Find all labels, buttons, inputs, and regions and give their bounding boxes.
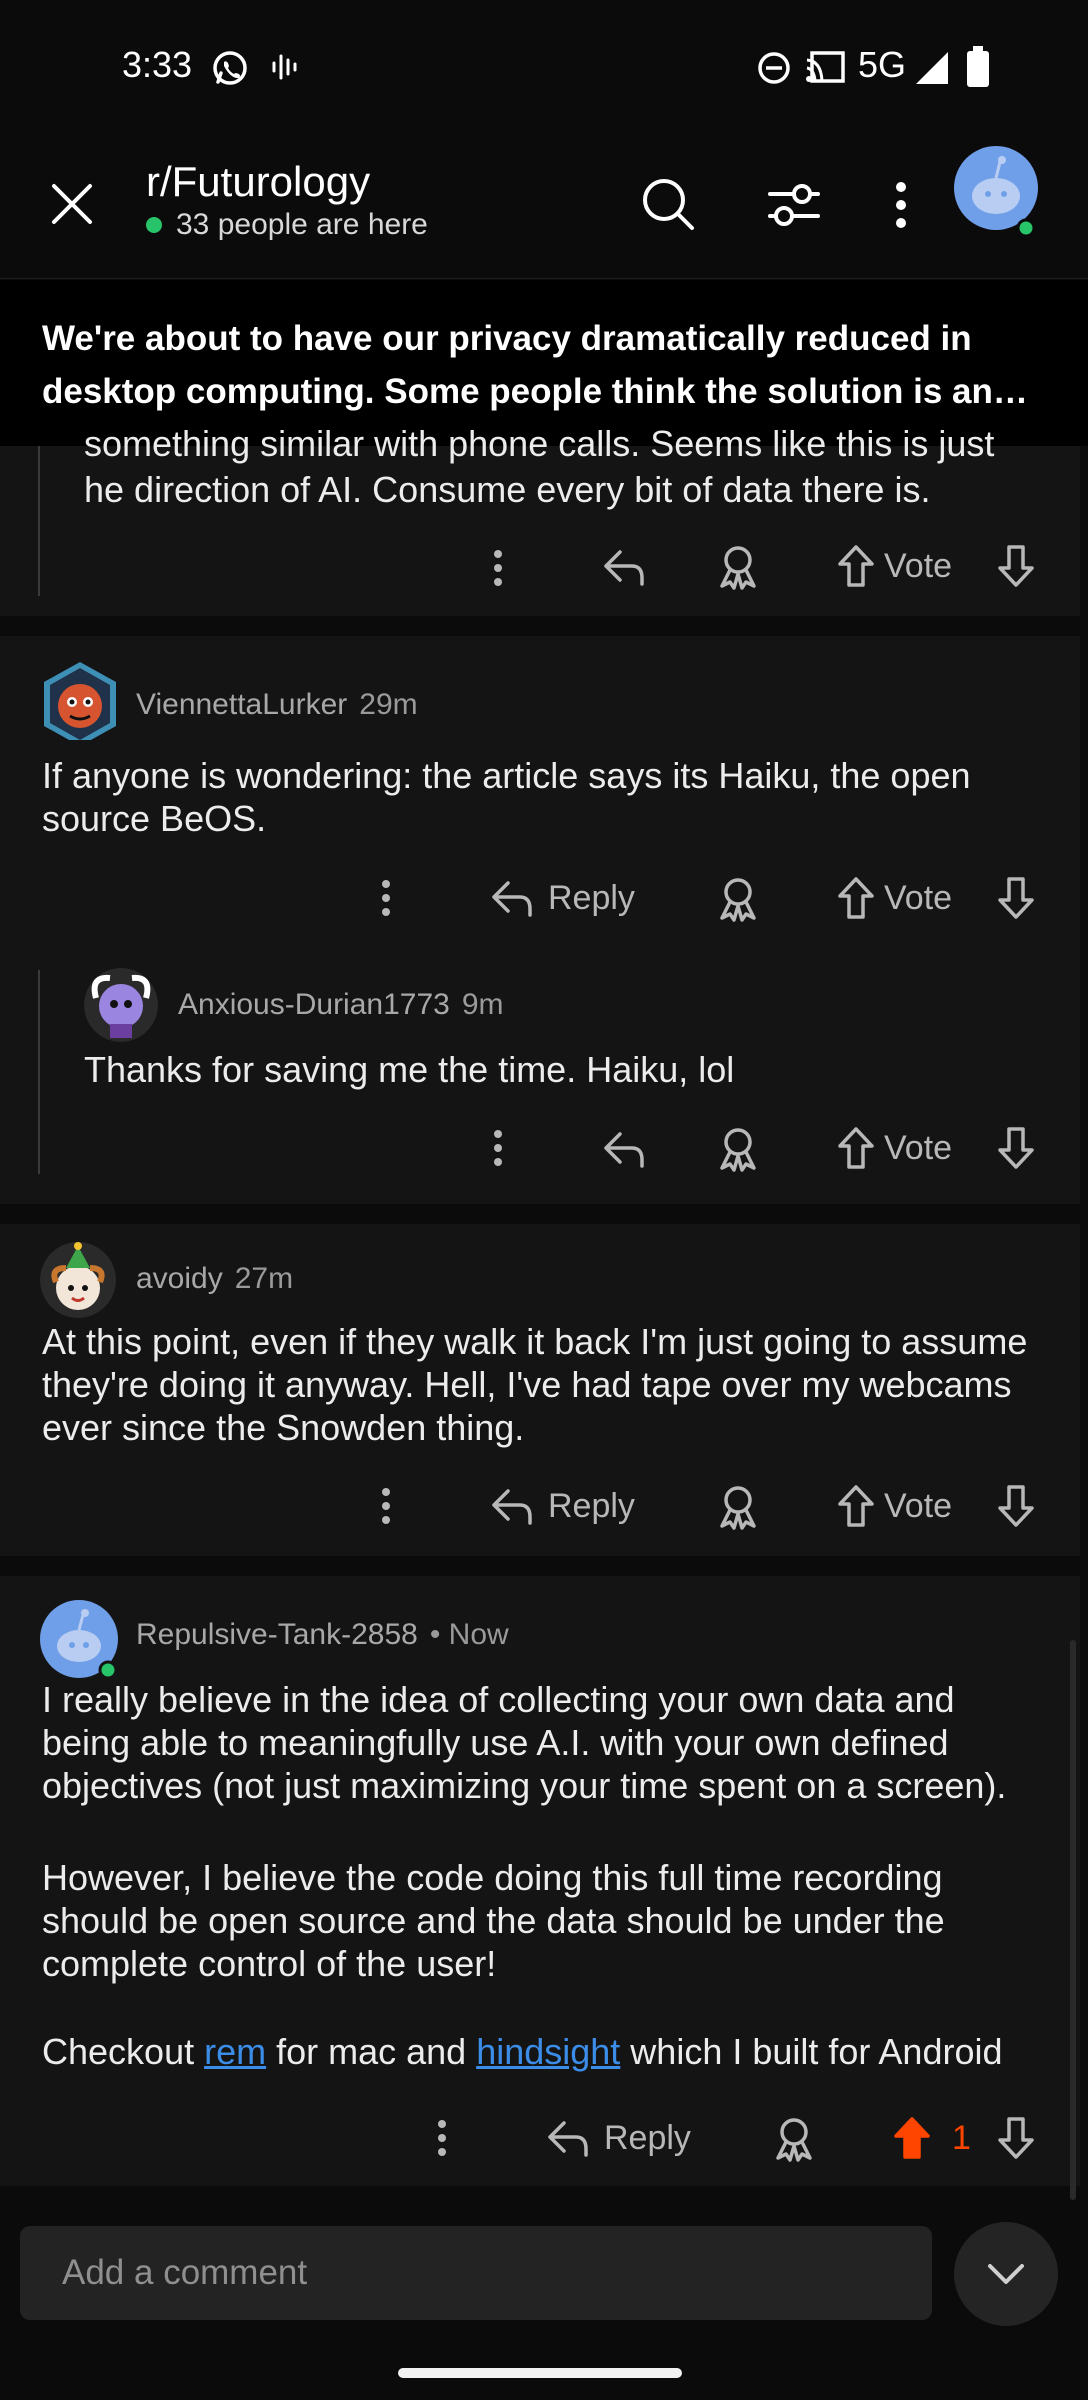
comment-repulsive-tank: Repulsive-Tank-2858 • Now I really belie… [0, 1576, 1080, 2186]
vote-label: Vote [884, 1128, 953, 1167]
more-options-icon[interactable] [376, 878, 396, 918]
comment-actions: Reply Vote [0, 868, 1080, 928]
online-text: 33 people are here [176, 208, 428, 241]
cast-icon [806, 51, 845, 83]
comment-age: 27m [234, 1262, 294, 1295]
reply-icon [492, 1489, 532, 1525]
score: 1 [952, 2118, 971, 2157]
comment-paragraph-3: Checkout rem for mac and hindsight which… [42, 2031, 1003, 2072]
dnd-icon [758, 52, 790, 84]
award-icon[interactable] [716, 1484, 760, 1530]
comment-actions: Reply Vote [0, 1476, 1080, 1536]
more-options-icon[interactable] [432, 2118, 452, 2158]
award-icon[interactable] [772, 2116, 816, 2162]
more-options-icon[interactable] [376, 1486, 396, 1526]
comment-meta: Repulsive-Tank-2858 • Now [136, 1618, 509, 1652]
user-avatar[interactable] [40, 1242, 116, 1318]
online-dot [146, 217, 162, 233]
reply-icon[interactable] [602, 548, 646, 586]
hindsight-link[interactable]: hindsight [476, 2031, 620, 2072]
comment-text-line-2: he direction of AI. Consume every bit of… [84, 469, 931, 510]
vote-label: Vote [884, 878, 953, 917]
comment-age: 29m [359, 688, 418, 721]
reply-icon [548, 2121, 588, 2157]
upvote-icon[interactable] [836, 876, 876, 920]
downvote-icon[interactable] [996, 876, 1036, 920]
downvote-icon[interactable] [996, 544, 1036, 588]
username[interactable]: Repulsive-Tank-2858 [136, 1618, 418, 1652]
comment-text: Thanks for saving me the time. Haiku, lo… [84, 1049, 735, 1090]
chevron-down-icon [988, 2264, 1024, 2284]
comment-text: If anyone is wondering: the article says… [42, 755, 971, 839]
user-avatar[interactable] [84, 968, 158, 1042]
upvote-icon-active[interactable] [892, 2116, 932, 2160]
user-avatar[interactable] [40, 1600, 118, 1680]
vote-label: Vote [884, 546, 953, 585]
add-comment-input[interactable]: Add a comment [20, 2226, 932, 2320]
user-avatar[interactable] [40, 660, 120, 740]
comment-actions: Reply 1 [0, 2108, 1080, 2168]
upvote-icon[interactable] [836, 544, 876, 588]
comment-composer: Add a comment [0, 2200, 1088, 2400]
separator [0, 616, 1080, 636]
award-icon[interactable] [716, 876, 760, 922]
reply-label: Reply [548, 878, 635, 917]
jump-next-button[interactable] [954, 2222, 1058, 2326]
subreddit-name[interactable]: r/Futurology [146, 158, 370, 206]
downvote-icon[interactable] [996, 1126, 1036, 1170]
status-bar: 3:33 5G [0, 0, 1088, 130]
whatsapp-icon [213, 51, 247, 85]
upvote-icon[interactable] [836, 1126, 876, 1170]
app-header: r/Futurology 33 people are here [0, 130, 1088, 279]
close-icon[interactable] [50, 182, 94, 226]
comment-partial: something similar with phone calls. Seem… [0, 423, 1080, 616]
home-indicator[interactable] [398, 2368, 682, 2378]
vote-label: Vote [884, 1486, 953, 1525]
reply-button[interactable]: Reply [490, 868, 635, 928]
scrollbar[interactable] [1070, 1640, 1076, 2200]
downvote-icon[interactable] [996, 2116, 1036, 2160]
comment-age: • Now [429, 1618, 509, 1651]
comment-paragraph-1: I really believe in the idea of collecti… [42, 1679, 1007, 1806]
upvote-icon[interactable] [836, 1484, 876, 1528]
award-icon[interactable] [716, 1126, 760, 1172]
downvote-icon[interactable] [996, 1484, 1036, 1528]
username[interactable]: avoidy [136, 1262, 223, 1296]
reply-label: Reply [604, 2118, 691, 2157]
comment-actions: Vote [0, 536, 1080, 596]
more-vert-icon[interactable] [890, 180, 912, 230]
signal-icon [916, 52, 948, 84]
reply-label: Reply [548, 1486, 635, 1525]
comment-avoidy: avoidy 27m At this point, even if they w… [0, 1224, 1080, 1556]
comment-meta: Anxious-Durian1773 9m [178, 988, 504, 1022]
reply-icon[interactable] [602, 1130, 646, 1168]
battery-icon [967, 46, 989, 87]
comment-actions: Vote [0, 1118, 1080, 1178]
comment-age: 9m [461, 988, 504, 1021]
username[interactable]: ViennettaLurker [136, 688, 347, 722]
status-time: 3:33 [122, 44, 193, 85]
online-count: 33 people are here [146, 208, 428, 242]
reply-button[interactable]: Reply [490, 1476, 635, 1536]
comment-text: At this point, even if they walk it back… [42, 1321, 1028, 1448]
post-title: We're about to have our privacy dramatic… [42, 319, 993, 411]
comment-meta: avoidy 27m [136, 1262, 293, 1296]
username[interactable]: Anxious-Durian1773 [178, 988, 450, 1022]
voice-icon [272, 54, 297, 80]
comment-meta: ViennettaLurker 29m [136, 688, 418, 722]
separator [0, 1204, 1080, 1224]
more-options-icon[interactable] [488, 548, 508, 588]
filter-icon[interactable] [766, 180, 822, 230]
award-icon[interactable] [716, 544, 760, 590]
reply-button[interactable]: Reply [546, 2108, 691, 2168]
reply-icon [492, 881, 532, 917]
search-icon[interactable] [640, 176, 696, 232]
more-options-icon[interactable] [488, 1128, 508, 1168]
comment-paragraph-2: However, I believe the code doing this f… [42, 1857, 945, 1984]
comment-viennettalurker: ViennettaLurker 29m If anyone is wonderi… [0, 636, 1080, 1204]
avatar[interactable] [954, 146, 1038, 238]
separator [0, 1556, 1080, 1576]
rem-link[interactable]: rem [204, 2031, 266, 2072]
network-type: 5G [858, 44, 907, 85]
